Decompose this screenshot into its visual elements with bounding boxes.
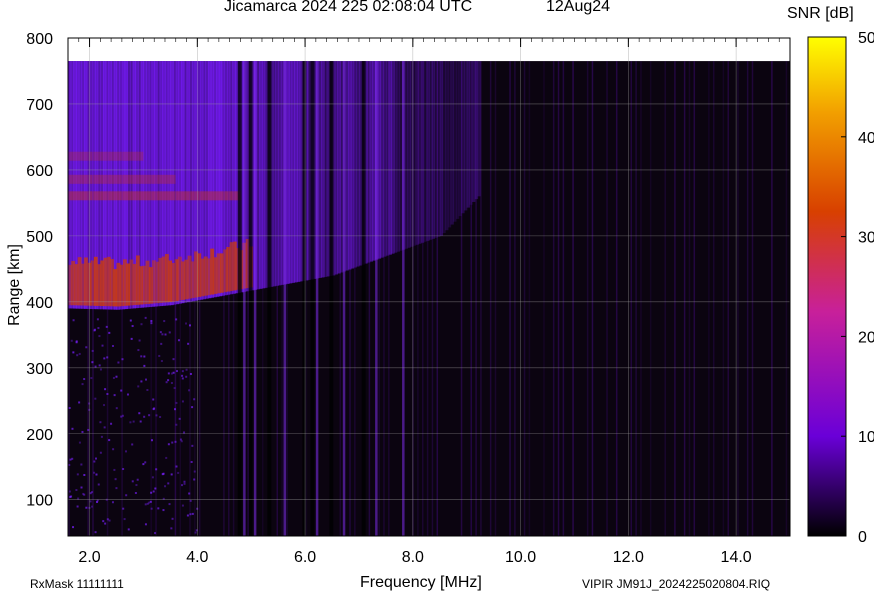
x-tick-label: 6.0 — [294, 549, 316, 566]
colorbar-tick-label: 30 — [858, 230, 874, 247]
y-axis-ticks: 100 200 300 400 500 600 700 800 — [26, 31, 53, 510]
x-tick-label: 2.0 — [78, 549, 100, 566]
x-tick-label: 12.0 — [613, 549, 644, 566]
y-tick-label: 400 — [26, 295, 53, 312]
y-tick-label: 200 — [26, 427, 53, 444]
colorbar: 0 10 20 30 40 50 — [807, 30, 874, 546]
colorbar-tick-label: 40 — [858, 130, 874, 147]
y-tick-label: 700 — [26, 97, 53, 114]
y-tick-label: 300 — [26, 361, 53, 378]
x-tick-label: 10.0 — [505, 549, 536, 566]
ionogram-chart: 2.0 4.0 6.0 8.0 10.0 12.0 14.0 100200300400500… — [26, 30, 874, 566]
colorbar-tick-label: 50 — [858, 30, 874, 47]
x-tick-label: 14.0 — [721, 549, 752, 566]
colorbar-tick-label: 10 — [858, 429, 874, 446]
colorbar-tick-label: 0 — [858, 529, 867, 546]
x-tick-label: 8.0 — [402, 549, 424, 566]
y-tick-label: 600 — [26, 163, 53, 180]
x-tick-label: 4.0 — [186, 549, 208, 566]
colorbar-gradient — [807, 36, 847, 537]
y-tick-label: 100 — [26, 493, 53, 510]
y-tick-label: 500 — [26, 229, 53, 246]
y-tick-label: 800 — [26, 31, 53, 48]
colorbar-tick-label: 20 — [858, 329, 874, 346]
